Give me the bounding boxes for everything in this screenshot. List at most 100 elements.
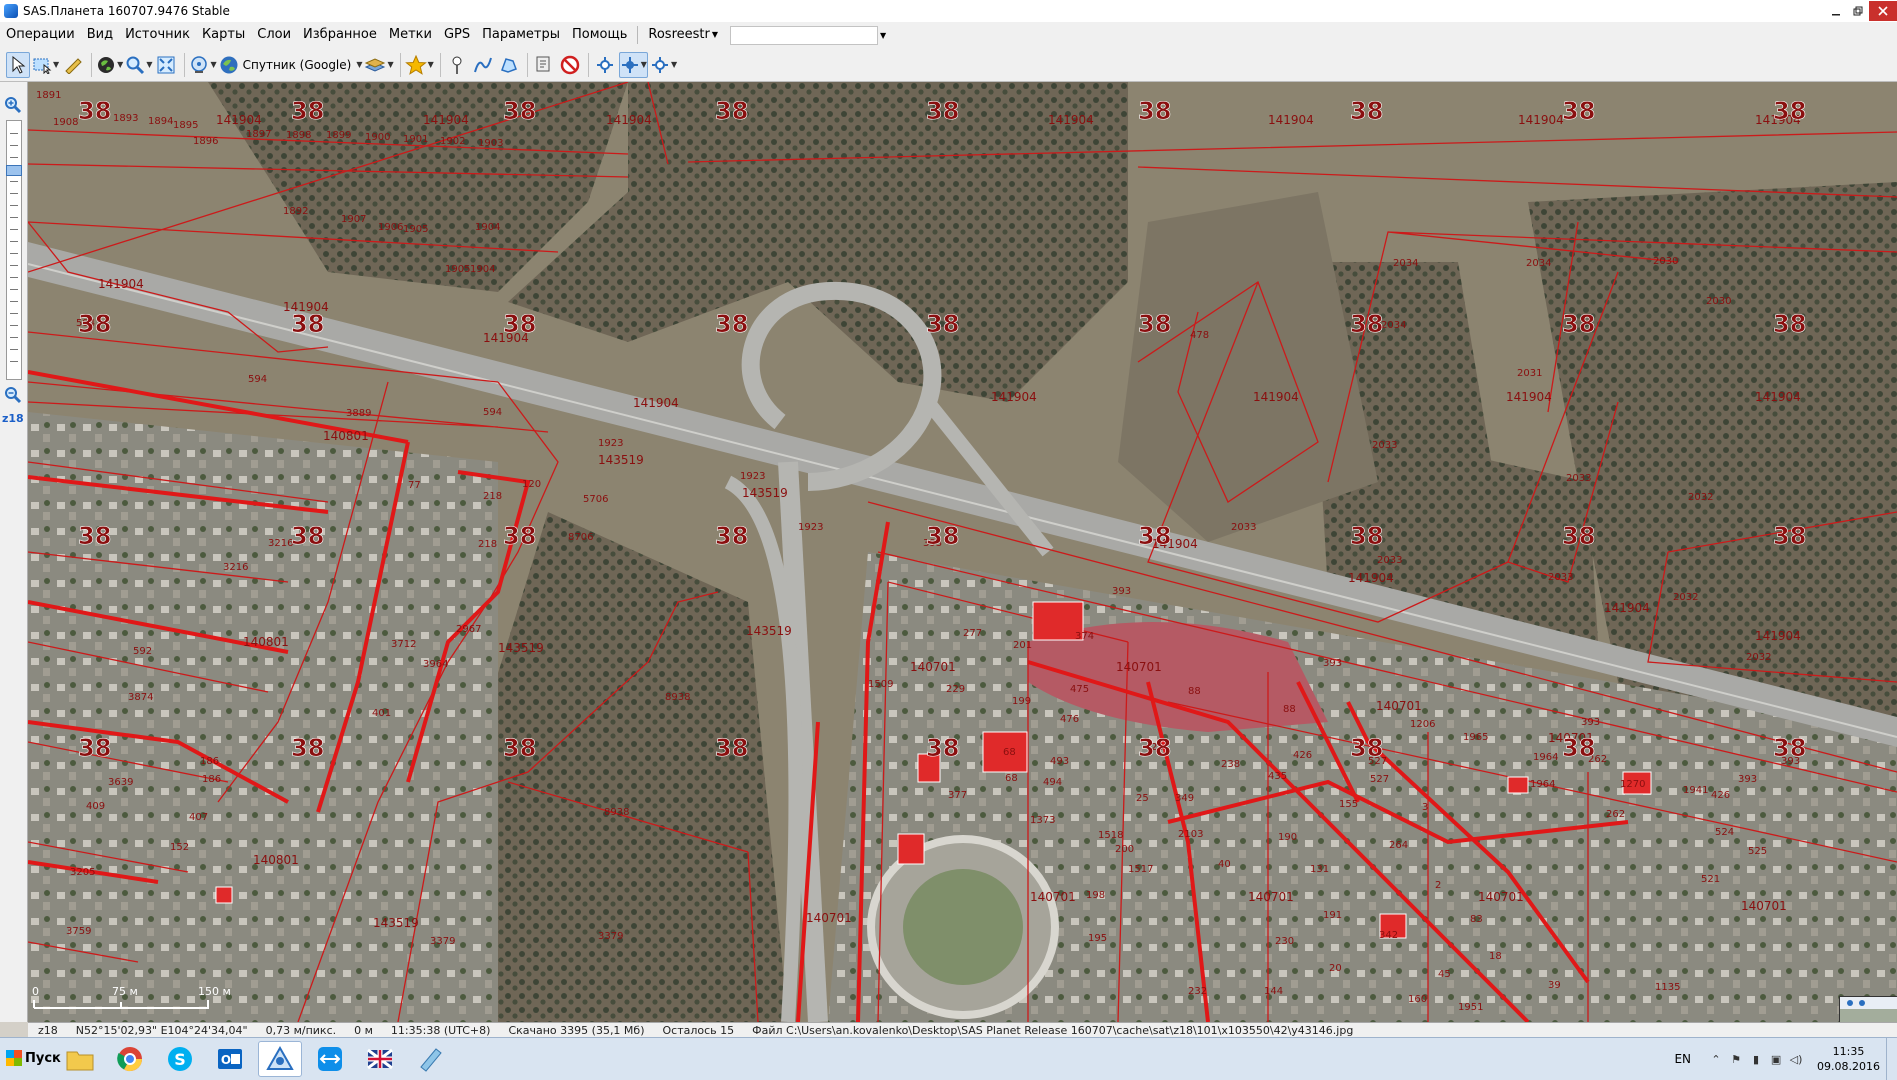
parcel-label: 2032 xyxy=(1673,592,1698,603)
parcel-label: 3379 xyxy=(430,936,455,947)
clock[interactable]: 11:35 09.08.2016 xyxy=(1817,1044,1880,1074)
status-bar: z18 N52°15'02,93" E104°24'34,04" 0,73 м/… xyxy=(28,1022,1897,1038)
gps-track-button[interactable] xyxy=(593,52,617,78)
parcel-label: 143519 xyxy=(742,486,788,500)
flag-tray-icon[interactable]: ⚑ xyxy=(1729,1052,1743,1066)
restore-icon xyxy=(1853,6,1863,16)
favorites-button[interactable]: ▼ xyxy=(404,52,434,78)
parcel-label: 1373 xyxy=(1030,815,1055,826)
minimap-canvas[interactable] xyxy=(1840,997,1897,1022)
menu-layers[interactable]: Слои xyxy=(251,22,297,48)
map-canvas[interactable]: 18911908 1893 1894 189518961897 1898 1899 1900… xyxy=(28,82,1897,1022)
zoom-slider[interactable] xyxy=(6,120,22,380)
layers-button[interactable]: ▼ xyxy=(364,52,394,78)
parcel-label: 77 xyxy=(408,480,421,491)
gps-center-button[interactable]: ▼ xyxy=(618,51,648,78)
menu-marks[interactable]: Метки xyxy=(383,22,438,48)
minimap[interactable] xyxy=(1839,996,1897,1022)
toolbar-separator xyxy=(91,52,93,77)
taskbar-chrome[interactable] xyxy=(108,1041,152,1077)
parcel-label: 141904 xyxy=(1518,113,1564,127)
taskbar-ie[interactable] xyxy=(358,1041,402,1077)
chevron-down-icon[interactable]: ▼ xyxy=(428,60,434,69)
parcel-label: 140801 xyxy=(243,635,289,649)
satellite-imagery xyxy=(28,82,1897,1022)
parcel-label: 141904 xyxy=(1348,571,1394,585)
restore-button[interactable] xyxy=(1847,1,1869,21)
path-icon xyxy=(473,57,492,72)
hide-marks-button[interactable] xyxy=(558,52,582,78)
taskbar-teamviewer[interactable] xyxy=(308,1041,352,1077)
parcel-label: 195 xyxy=(1088,933,1107,944)
gps-button[interactable]: ▼ xyxy=(189,52,217,78)
parcel-label: 198 xyxy=(1086,890,1105,901)
parcel-label: 1905 xyxy=(403,224,428,235)
zoom-out-icon[interactable] xyxy=(4,386,22,404)
chevron-down-icon[interactable]: ▼ xyxy=(146,60,152,69)
search-combo[interactable]: ▼ xyxy=(724,25,886,45)
chevron-down-icon[interactable]: ▼ xyxy=(117,60,123,69)
select-area-button[interactable]: ▼ xyxy=(32,52,59,78)
fullscreen-button[interactable] xyxy=(154,52,178,78)
parcel-label: 155 xyxy=(1339,799,1358,810)
taskbar-outlook[interactable]: O xyxy=(208,1041,252,1077)
taskbar-skype[interactable]: S xyxy=(158,1041,202,1077)
zoom-in-icon[interactable] xyxy=(4,96,22,114)
chevron-down-icon[interactable]: ▼ xyxy=(210,60,216,69)
ruler-button[interactable] xyxy=(61,52,85,78)
marks-button[interactable] xyxy=(532,52,556,78)
add-path-button[interactable] xyxy=(471,52,495,78)
power-tray-icon[interactable]: ▮ xyxy=(1749,1052,1763,1066)
chevron-down-icon[interactable]: ▼ xyxy=(641,60,647,69)
taskbar-explorer[interactable] xyxy=(58,1041,102,1077)
chevron-down-icon[interactable]: ▼ xyxy=(387,60,393,69)
globe-button[interactable]: ▼ xyxy=(96,52,123,78)
zoom-tool-button[interactable]: ▼ xyxy=(125,52,152,78)
taskbar-sasplanet[interactable] xyxy=(258,1041,302,1077)
parcel-label: 1964 xyxy=(1530,779,1555,790)
close-button[interactable] xyxy=(1869,1,1897,21)
menu-view[interactable]: Вид xyxy=(81,22,119,48)
cursor-tool-button[interactable] xyxy=(6,51,30,78)
parcel-label: 68 xyxy=(1005,773,1018,784)
start-label: Пуск xyxy=(25,1050,61,1066)
parcel-label: 140701 xyxy=(910,660,956,674)
menu-source[interactable]: Источник xyxy=(119,22,196,48)
parcel-label: 2 xyxy=(1435,880,1441,891)
start-button[interactable]: Пуск xyxy=(0,1043,67,1073)
menu-settings[interactable]: Параметры xyxy=(476,22,566,48)
chevron-down-icon[interactable]: ▼ xyxy=(53,60,59,69)
region-code-label: 38 xyxy=(1350,522,1383,550)
menu-bar: Операции Вид Источник Карты Слои Избранн… xyxy=(0,22,1897,49)
chevron-down-icon[interactable]: ▼ xyxy=(671,60,677,69)
menu-operations[interactable]: Операции xyxy=(0,22,81,48)
region-code-label: 38 xyxy=(715,310,748,338)
parcel-label: 2034 xyxy=(1381,320,1406,331)
parcel-label: 525 xyxy=(1748,846,1767,857)
search-input[interactable] xyxy=(730,25,879,45)
parcel-label: 141904 xyxy=(991,390,1037,404)
menu-favorites[interactable]: Избранное xyxy=(297,22,383,48)
search-provider-dropdown[interactable]: Rosreestr ▼ xyxy=(642,22,724,48)
map-view[interactable]: 1891 1908 1893 1894 1895 1896 1897 1898 1899 1900… xyxy=(28,82,1897,1022)
status-coordinates: N52°15'02,93" E104°24'34,04" xyxy=(75,1024,248,1037)
tray-expand-icon[interactable]: ⌃ xyxy=(1709,1052,1723,1066)
parcel-label: 264 xyxy=(1389,840,1408,851)
chevron-down-icon[interactable]: ▼ xyxy=(880,31,886,40)
parcel-label: 475 xyxy=(1070,684,1089,695)
menu-help[interactable]: Помощь xyxy=(566,22,633,48)
add-point-button[interactable] xyxy=(445,52,469,78)
map-type-dropdown[interactable]: Спутник (Google) ▼ xyxy=(219,52,362,78)
input-language[interactable]: EN xyxy=(1674,1052,1691,1066)
zoom-slider-thumb[interactable] xyxy=(6,165,22,176)
gps-options-button[interactable]: ▼ xyxy=(650,52,677,78)
parcel-label: 1904 xyxy=(470,264,495,275)
taskbar-notepad[interactable] xyxy=(408,1041,452,1077)
menu-maps[interactable]: Карты xyxy=(196,22,251,48)
minimize-button[interactable] xyxy=(1825,1,1847,21)
volume-tray-icon[interactable]: ◁) xyxy=(1789,1052,1803,1066)
menu-gps[interactable]: GPS xyxy=(438,22,476,48)
add-polygon-button[interactable] xyxy=(497,52,521,78)
network-tray-icon[interactable]: ▣ xyxy=(1769,1052,1783,1066)
show-desktop-button[interactable] xyxy=(1886,1038,1897,1080)
